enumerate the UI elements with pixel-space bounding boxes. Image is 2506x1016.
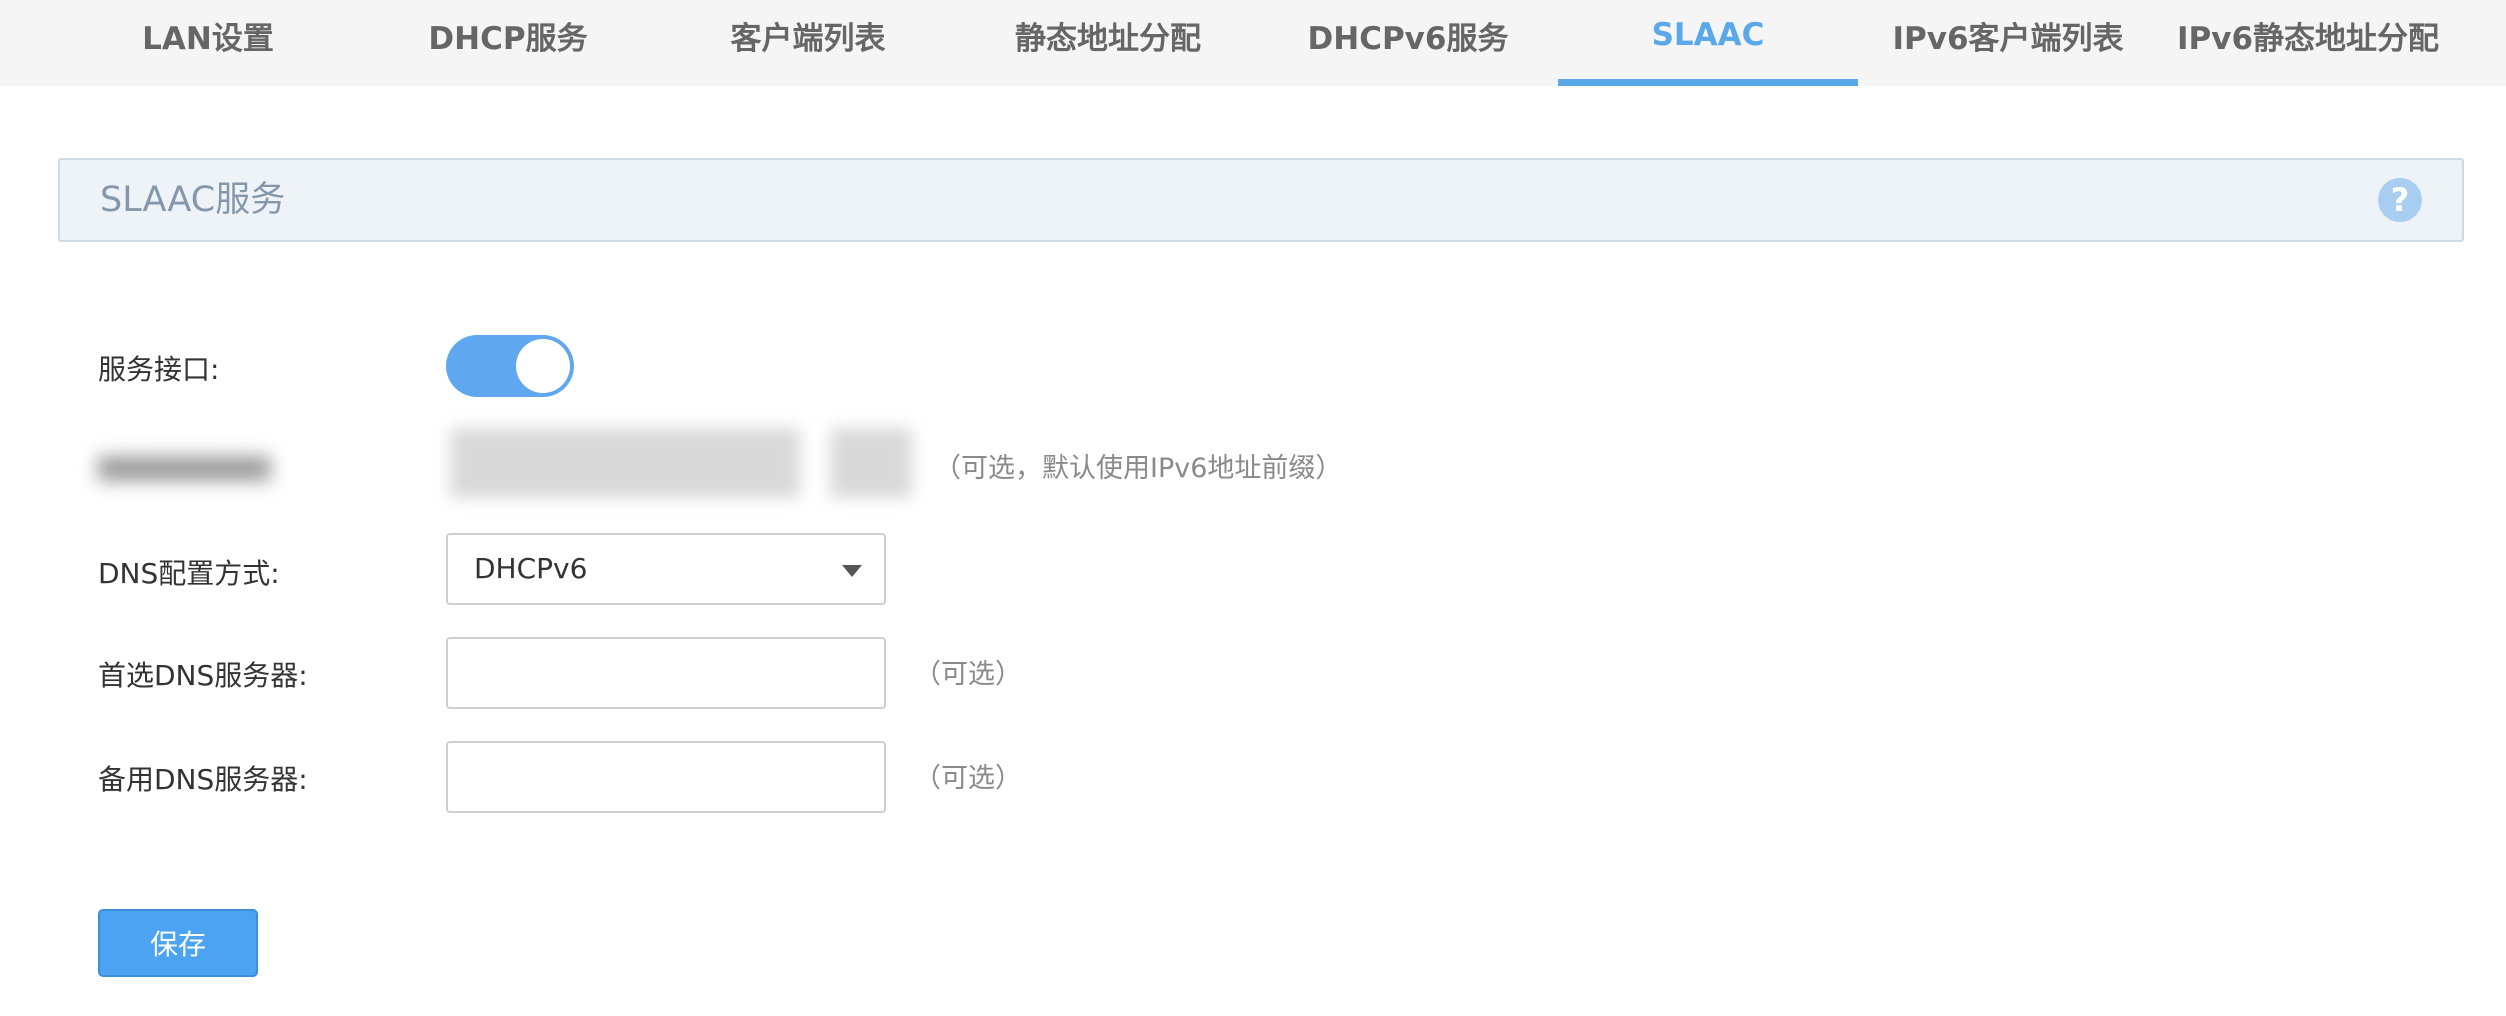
primary-dns-label: 首选DNS服务器: <box>98 659 308 692</box>
question-circle-icon[interactable]: ? <box>2378 178 2422 222</box>
address-prefix-input-redacted[interactable] <box>450 428 800 498</box>
section-title: SLAAC服务 <box>100 180 286 220</box>
tab-dhcpv6-service[interactable]: DHCPv6服务 <box>1258 0 1558 86</box>
address-prefix-label-redacted: ▆▆▆▆▆▆▆▆ <box>98 448 271 481</box>
dns-mode-value: DHCPv6 <box>474 552 588 585</box>
primary-dns-input[interactable] <box>446 637 886 709</box>
prefix-length-input-redacted[interactable] <box>830 428 912 498</box>
tab-dhcp-service[interactable]: DHCP服务 <box>358 0 658 86</box>
secondary-dns-hint: （可选） <box>914 763 1022 794</box>
toggle-knob <box>516 339 570 393</box>
dns-mode-label: DNS配置方式: <box>98 557 280 590</box>
secondary-dns-input[interactable] <box>446 741 886 813</box>
service-interface-label: 服务接口: <box>98 353 220 386</box>
primary-dns-hint: （可选） <box>914 659 1022 690</box>
save-button[interactable]: 保存 <box>98 909 258 977</box>
dns-mode-select[interactable]: DHCPv6 <box>446 533 886 605</box>
section-header: SLAAC服务 ? <box>58 158 2464 242</box>
tab-slaac[interactable]: SLAAC <box>1558 0 1858 86</box>
tab-static-address[interactable]: 静态地址分配 <box>958 0 1258 86</box>
tab-lan-settings[interactable]: LAN设置 <box>58 0 358 86</box>
address-prefix-hint: （可选，默认使用IPv6地址前缀） <box>934 453 1343 484</box>
caret-down-icon <box>842 565 862 577</box>
tab-client-list[interactable]: 客户端列表 <box>658 0 958 86</box>
secondary-dns-label: 备用DNS服务器: <box>98 763 308 796</box>
tab-ipv6-static-address[interactable]: IPv6静态地址分配 <box>2158 0 2458 86</box>
service-interface-toggle[interactable] <box>446 335 574 397</box>
tab-ipv6-client-list[interactable]: IPv6客户端列表 <box>1858 0 2158 86</box>
tab-bar: LAN设置 DHCP服务 客户端列表 静态地址分配 DHCPv6服务 SLAAC… <box>0 0 2506 86</box>
